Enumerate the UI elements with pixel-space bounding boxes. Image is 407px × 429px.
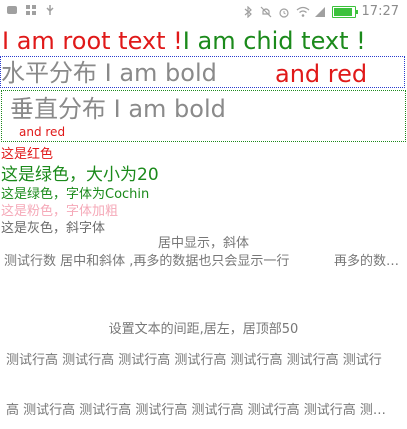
line-height-row-2: 高 测试行高 测试行高 测试行高 测试行高 测试行高 测试行高 测…: [6, 403, 386, 418]
spacing-title-text: 设置文本的间距,居左，居顶部50: [108, 322, 299, 337]
grid-icon: [25, 4, 37, 16]
center-italic-text: 居中显示，斜体: [157, 236, 249, 251]
horizontal-layout-box: 水平分布 I am bold and red: [0, 56, 405, 88]
mute-icon: [260, 6, 272, 18]
vertical-bold-text: 垂直分布 I am bold: [10, 95, 226, 123]
green-size-text-line: 这是绿色，大小为20: [1, 165, 159, 185]
ellipsis-text-right: 再多的数…: [334, 254, 400, 269]
root-text: I am root text !: [2, 27, 183, 55]
status-time: 17:27: [361, 4, 399, 19]
bluetooth-icon: [242, 5, 254, 18]
child-text: I am chid text !: [182, 27, 366, 55]
horizontal-bold-text: 水平分布 I am bold: [1, 59, 217, 87]
status-right: 17:27: [242, 4, 399, 19]
horizontal-red-text: and red: [275, 60, 368, 88]
signal-icon: [314, 6, 326, 18]
root-text-line: I am root text !I am chid text !: [2, 26, 402, 56]
battery-icon: [331, 5, 358, 18]
wifi-icon: [296, 6, 309, 18]
usb-icon: [44, 4, 56, 16]
status-left: [6, 4, 56, 16]
status-bar: 17:27: [0, 0, 407, 24]
ellipsis-text-left: 测试行数 居中和斜体 ,再多的数据也只会显示一行: [4, 254, 290, 269]
alarm-icon: [278, 6, 290, 18]
notification-icon: [6, 4, 18, 16]
vertical-layout-box: 垂直分布 I am bold and red: [1, 90, 406, 142]
vertical-red-text: and red: [19, 125, 66, 139]
line-height-row-1: 测试行高 测试行高 测试行高 测试行高 测试行高 测试行高 测试行: [6, 353, 382, 368]
